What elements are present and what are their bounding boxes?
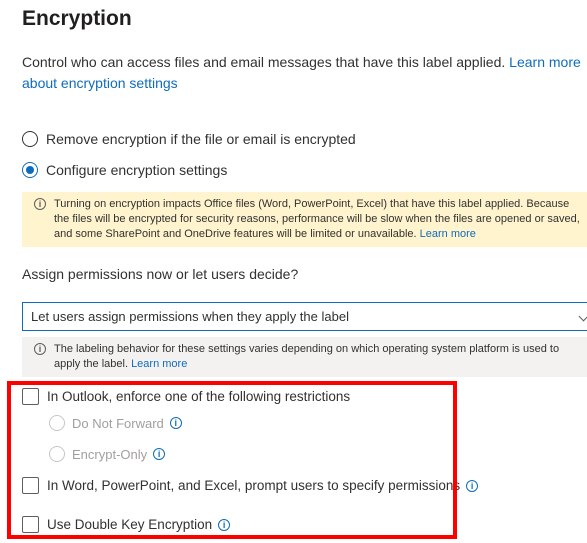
- remove-encryption-label: Remove encryption if the file or email i…: [46, 131, 356, 147]
- office-prompt-option[interactable]: In Word, PowerPoint, and Excel, prompt u…: [22, 477, 479, 494]
- double-key-encryption-label: Use Double Key Encryption: [47, 517, 213, 532]
- do-not-forward-radio[interactable]: [49, 415, 65, 431]
- platform-learn-more-link[interactable]: Learn more: [131, 358, 187, 370]
- warning-learn-more-link[interactable]: Learn more: [420, 228, 476, 240]
- outlook-restriction-label: In Outlook, enforce one of the following…: [47, 389, 351, 404]
- learn-more-link[interactable]: Learn more: [509, 54, 581, 70]
- do-not-forward-option[interactable]: Do Not Forward i: [49, 415, 182, 431]
- configure-encryption-radio[interactable]: [22, 162, 38, 178]
- encrypt-only-option[interactable]: Encrypt-Only i: [49, 446, 166, 462]
- outlook-restriction-option[interactable]: In Outlook, enforce one of the following…: [22, 388, 350, 405]
- permissions-dropdown[interactable]: Let users assign permissions when they a…: [22, 302, 587, 331]
- office-prompt-label: In Word, PowerPoint, and Excel, prompt u…: [47, 478, 461, 493]
- encryption-settings-link[interactable]: about encryption settings: [22, 73, 587, 94]
- remove-encryption-radio[interactable]: [22, 131, 38, 147]
- intro-text: Control who can access files and email m…: [22, 54, 506, 70]
- warning-text: Turning on encryption impacts Office fil…: [54, 198, 580, 240]
- chevron-down-icon: [578, 311, 587, 322]
- page-title: Encryption: [22, 7, 132, 30]
- info-tooltip-icon[interactable]: i: [466, 479, 479, 492]
- platform-info-banner: i The labeling behavior for these settin…: [22, 337, 587, 377]
- permissions-selected-value: Let users assign permissions when they a…: [31, 309, 349, 324]
- remove-encryption-option[interactable]: Remove encryption if the file or email i…: [22, 131, 356, 147]
- do-not-forward-label: Do Not Forward: [72, 415, 164, 431]
- configure-encryption-label: Configure encryption settings: [46, 162, 228, 178]
- double-key-encryption-option[interactable]: Use Double Key Encryption i: [22, 516, 231, 533]
- info-tooltip-icon[interactable]: i: [153, 448, 166, 460]
- office-prompt-checkbox[interactable]: [22, 477, 39, 494]
- permissions-question: Assign permissions now or let users deci…: [22, 266, 299, 282]
- info-icon: i: [34, 198, 46, 210]
- intro-description: Control who can access files and email m…: [22, 52, 587, 94]
- outlook-restriction-checkbox[interactable]: [22, 388, 39, 405]
- info-tooltip-icon[interactable]: i: [218, 518, 231, 531]
- info-tooltip-icon[interactable]: i: [169, 417, 182, 429]
- platform-info-text: The labeling behavior for these settings…: [54, 343, 560, 370]
- encrypt-only-label: Encrypt-Only: [72, 446, 148, 462]
- configure-encryption-option[interactable]: Configure encryption settings: [22, 162, 227, 178]
- encrypt-only-radio[interactable]: [49, 446, 65, 462]
- double-key-encryption-checkbox[interactable]: [22, 516, 39, 533]
- encryption-warning-banner: i Turning on encryption impacts Office f…: [22, 192, 587, 247]
- info-icon: i: [34, 343, 46, 355]
